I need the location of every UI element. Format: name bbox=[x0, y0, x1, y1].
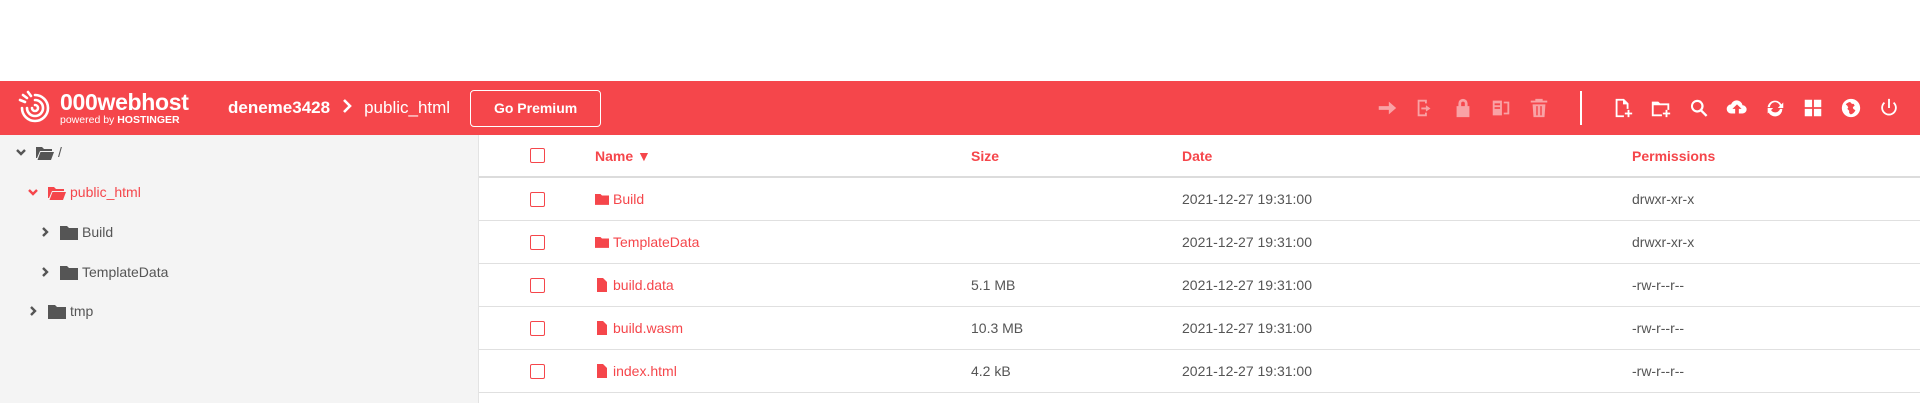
extract-icon[interactable] bbox=[1482, 89, 1520, 127]
column-name[interactable]: Name ▼ bbox=[595, 135, 651, 176]
permissions-icon[interactable] bbox=[1444, 89, 1482, 127]
column-permissions[interactable]: Permissions bbox=[1632, 135, 1715, 176]
file-permissions[interactable]: -rw-r--r-- bbox=[1632, 264, 1684, 306]
file-name[interactable]: build.wasm bbox=[613, 320, 683, 336]
chevron-right-icon[interactable] bbox=[38, 265, 52, 279]
new-folder-icon[interactable] bbox=[1642, 89, 1680, 127]
row-checkbox[interactable] bbox=[530, 277, 545, 293]
table-row[interactable]: build.wasm 10.3 MB 2021-12-27 19:31:00 -… bbox=[479, 307, 1920, 350]
column-size[interactable]: Size bbox=[971, 135, 999, 176]
folder-icon bbox=[60, 225, 78, 240]
logo-swirl-icon bbox=[18, 90, 50, 123]
row-checkbox[interactable] bbox=[530, 320, 545, 336]
row-checkbox[interactable] bbox=[530, 363, 545, 379]
header-bar: 000webhost powered by HOSTINGER deneme34… bbox=[0, 81, 1920, 135]
select-all-checkbox[interactable] bbox=[530, 148, 545, 163]
table-row[interactable]: index.html 4.2 kB 2021-12-27 19:31:00 -r… bbox=[479, 350, 1920, 393]
table-row[interactable]: build.data 5.1 MB 2021-12-27 19:31:00 -r… bbox=[479, 264, 1920, 307]
file-permissions[interactable]: -rw-r--r-- bbox=[1632, 307, 1684, 349]
globe-icon[interactable] bbox=[1832, 89, 1870, 127]
toolbar-divider bbox=[1580, 91, 1582, 125]
tree-node-root[interactable]: / bbox=[14, 142, 62, 162]
file-icon bbox=[595, 364, 609, 378]
table-row[interactable]: Build 2021-12-27 19:31:00 drwxr-xr-x bbox=[479, 178, 1920, 221]
file-date: 2021-12-27 19:31:00 bbox=[1182, 277, 1312, 293]
logo-sub-brand: HOSTINGER bbox=[117, 113, 180, 126]
refresh-icon[interactable] bbox=[1756, 89, 1794, 127]
top-blank-area bbox=[0, 0, 1920, 81]
tree-label-build: Build bbox=[82, 224, 114, 240]
folder-open-icon bbox=[48, 185, 66, 200]
chevron-down-icon[interactable] bbox=[26, 185, 40, 199]
file-permissions[interactable]: drwxr-xr-x bbox=[1632, 221, 1694, 263]
toolbar bbox=[1368, 81, 1920, 135]
rename-icon[interactable] bbox=[1406, 89, 1444, 127]
breadcrumb: deneme3428 public_html bbox=[228, 98, 450, 118]
folder-icon bbox=[595, 192, 609, 206]
move-icon[interactable] bbox=[1368, 89, 1406, 127]
tree-node-public-html[interactable]: public_html bbox=[26, 182, 141, 202]
logo-tagline: powered by HOSTINGER bbox=[60, 115, 189, 126]
view-grid-icon[interactable] bbox=[1794, 89, 1832, 127]
power-icon[interactable] bbox=[1870, 89, 1908, 127]
chevron-right-icon bbox=[342, 98, 352, 118]
file-date: 2021-12-27 19:31:00 bbox=[1182, 191, 1312, 207]
logo[interactable]: 000webhost powered by HOSTINGER bbox=[14, 87, 210, 129]
folder-icon bbox=[60, 265, 78, 280]
file-icon bbox=[595, 321, 609, 335]
delete-icon[interactable] bbox=[1520, 89, 1558, 127]
tree-label-tmp: tmp bbox=[70, 303, 94, 319]
breadcrumb-site[interactable]: deneme3428 bbox=[228, 98, 330, 118]
chevron-right-icon[interactable] bbox=[26, 304, 40, 318]
folder-open-icon bbox=[36, 145, 54, 160]
table-row[interactable]: TemplateData 2021-12-27 19:31:00 drwxr-x… bbox=[479, 221, 1920, 264]
row-checkbox[interactable] bbox=[530, 234, 545, 250]
file-permissions[interactable]: -rw-r--r-- bbox=[1632, 350, 1684, 392]
row-checkbox[interactable] bbox=[530, 191, 545, 207]
logo-sub-prefix: powered by bbox=[60, 113, 115, 126]
tree-label-root: / bbox=[58, 144, 62, 160]
chevron-down-icon[interactable] bbox=[14, 145, 28, 159]
file-date: 2021-12-27 19:31:00 bbox=[1182, 363, 1312, 379]
tree-node-templatedata[interactable]: TemplateData bbox=[38, 262, 168, 282]
column-date[interactable]: Date bbox=[1182, 135, 1212, 176]
folder-icon bbox=[48, 304, 66, 319]
file-name[interactable]: build.data bbox=[613, 277, 674, 293]
file-name[interactable]: Build bbox=[613, 191, 644, 207]
logo-name: 000webhost bbox=[60, 88, 189, 115]
go-premium-button[interactable]: Go Premium bbox=[470, 89, 602, 127]
upload-icon[interactable] bbox=[1718, 89, 1756, 127]
folder-tree: / public_html Build TemplateData tmp bbox=[0, 135, 479, 403]
file-size: 4.2 kB bbox=[971, 363, 1011, 379]
new-file-icon[interactable] bbox=[1604, 89, 1642, 127]
breadcrumb-folder[interactable]: public_html bbox=[364, 98, 450, 118]
file-icon bbox=[595, 278, 609, 292]
file-date: 2021-12-27 19:31:00 bbox=[1182, 234, 1312, 250]
tree-label-public-html: public_html bbox=[70, 184, 141, 200]
tree-label-templatedata: TemplateData bbox=[82, 264, 169, 280]
file-size: 5.1 MB bbox=[971, 277, 1016, 293]
file-name[interactable]: TemplateData bbox=[613, 234, 699, 250]
file-permissions[interactable]: drwxr-xr-x bbox=[1632, 178, 1694, 220]
file-name[interactable]: index.html bbox=[613, 363, 677, 379]
chevron-right-icon[interactable] bbox=[38, 225, 52, 239]
folder-icon bbox=[595, 235, 609, 249]
tree-node-tmp[interactable]: tmp bbox=[26, 301, 93, 321]
file-table: Name ▼ Size Date Permissions Build 2021-… bbox=[479, 135, 1920, 403]
tree-node-build[interactable]: Build bbox=[38, 222, 113, 242]
file-size: 10.3 MB bbox=[971, 320, 1024, 336]
file-date: 2021-12-27 19:31:00 bbox=[1182, 320, 1312, 336]
table-header: Name ▼ Size Date Permissions bbox=[479, 135, 1920, 178]
search-icon[interactable] bbox=[1680, 89, 1718, 127]
